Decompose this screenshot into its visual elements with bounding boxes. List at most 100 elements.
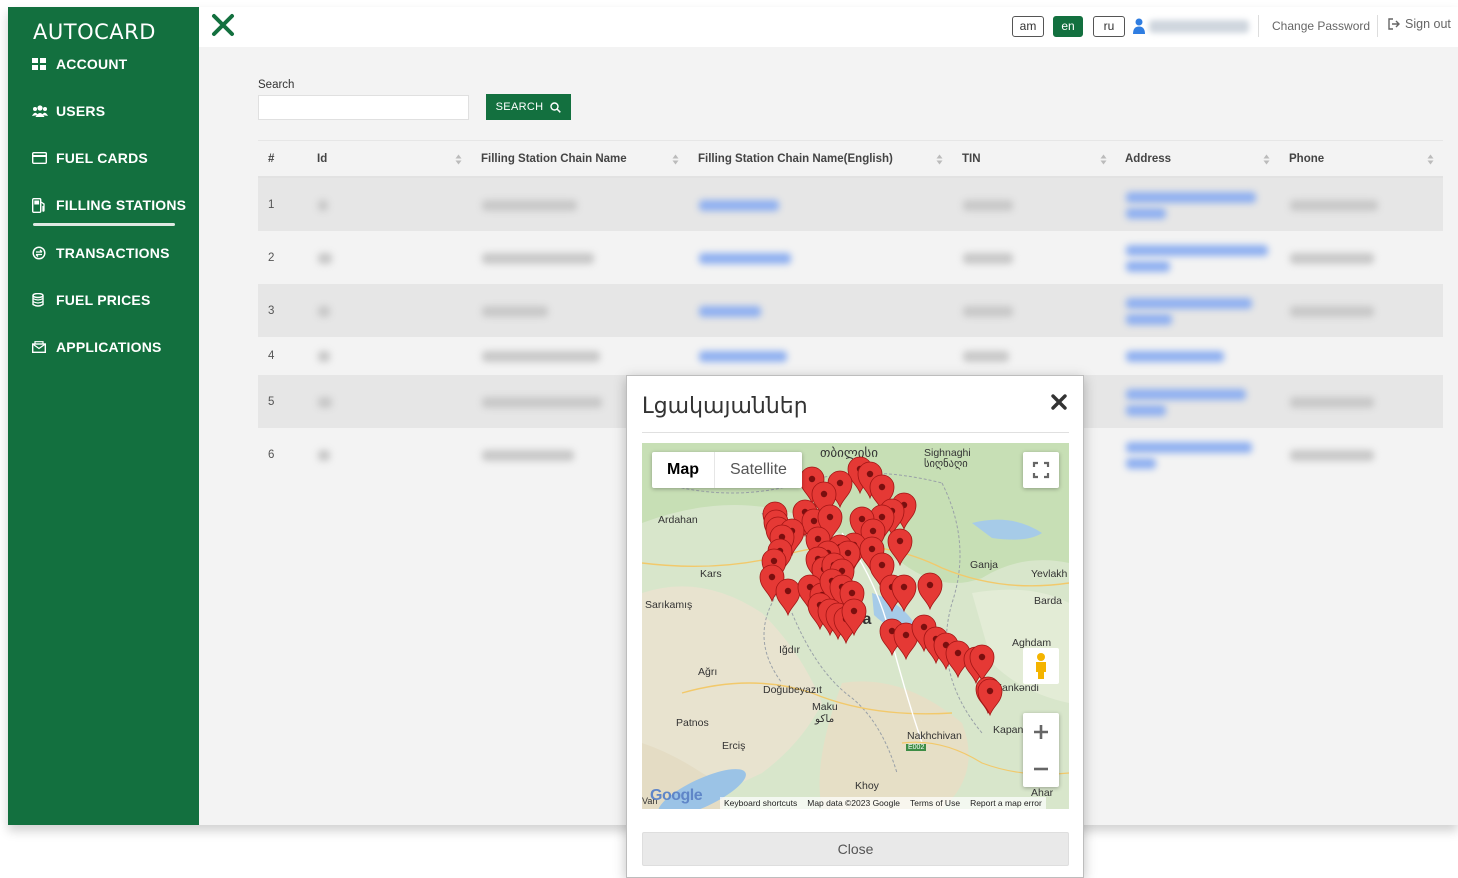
- redacted-chain-name: [482, 306, 548, 317]
- redacted-address[interactable]: [1126, 314, 1172, 325]
- station-marker[interactable]: [775, 578, 801, 617]
- fullscreen-button[interactable]: [1023, 452, 1059, 488]
- column-header-index: #: [268, 153, 275, 165]
- station-marker[interactable]: [917, 572, 943, 611]
- sidebar-item-filling-stations[interactable]: FILLING STATIONS: [31, 190, 187, 220]
- redacted-chain-name: [482, 253, 594, 264]
- table-row[interactable]: 1: [258, 178, 1443, 231]
- sidebar-item-users[interactable]: USERS: [32, 96, 105, 126]
- row-index: 3: [268, 305, 275, 317]
- sort-icon[interactable]: [936, 154, 943, 165]
- redacted-address[interactable]: [1126, 298, 1252, 309]
- user-name-redacted: [1149, 20, 1249, 33]
- filling-stations-map-modal: Լցակայաններ თბილისი Sighnaghi სიღნაღი Ar…: [626, 375, 1084, 878]
- column-header-tin[interactable]: TIN: [962, 153, 981, 165]
- redacted-id: [318, 306, 330, 317]
- sidebar-item-fuel-cards[interactable]: FUEL CARDS: [31, 143, 148, 173]
- fuel-pump-icon: [31, 197, 50, 214]
- grid-icon: [32, 57, 50, 71]
- redacted-chain-name-english[interactable]: [699, 306, 761, 317]
- change-password-link[interactable]: Change Password: [1272, 19, 1370, 33]
- station-marker[interactable]: [977, 678, 1003, 717]
- redacted-phone: [1290, 397, 1374, 408]
- redacted-chain-name-english[interactable]: [699, 253, 791, 264]
- map-type-map-button[interactable]: Map: [652, 452, 715, 488]
- map-view[interactable]: თბილისი Sighnaghi სიღნაღი Ardahan Kars G…: [642, 443, 1069, 809]
- search-button[interactable]: SEARCH: [486, 94, 571, 120]
- redacted-address[interactable]: [1126, 405, 1166, 416]
- report-map-error-link[interactable]: Report a map error: [970, 797, 1042, 809]
- keyboard-shortcuts-link[interactable]: Keyboard shortcuts: [724, 797, 797, 809]
- row-index: 2: [268, 252, 275, 264]
- user-icon: [1133, 18, 1145, 34]
- modal-close-icon[interactable]: [1051, 394, 1069, 412]
- database-icon: [32, 292, 50, 307]
- zoom-out-button[interactable]: [1023, 750, 1059, 787]
- sort-icon[interactable]: [455, 154, 462, 165]
- redacted-address[interactable]: [1126, 261, 1170, 272]
- sidebar-item-label: FILLING STATIONS: [56, 197, 187, 213]
- language-ru-button[interactable]: ru: [1093, 16, 1125, 37]
- redacted-id: [318, 351, 330, 362]
- plus-icon: [1034, 724, 1048, 739]
- station-marker[interactable]: [891, 574, 917, 613]
- close-button[interactable]: Close: [642, 832, 1069, 866]
- redacted-address[interactable]: [1126, 389, 1246, 400]
- redacted-phone: [1290, 253, 1374, 264]
- sidebar-item-transactions[interactable]: TRANSACTIONS: [32, 238, 170, 268]
- zoom-in-button[interactable]: [1023, 713, 1059, 750]
- menu-toggle-close-icon[interactable]: [211, 13, 235, 39]
- column-header-address[interactable]: Address: [1125, 153, 1171, 165]
- table-header: # Id Filling Station Chain Name Filling …: [258, 140, 1443, 178]
- zoom-control: [1023, 713, 1059, 787]
- column-header-phone[interactable]: Phone: [1289, 153, 1324, 165]
- search-button-label: SEARCH: [495, 101, 544, 113]
- language-en-button[interactable]: en: [1053, 16, 1083, 37]
- table-row[interactable]: 3: [258, 284, 1443, 337]
- pegman-icon: [1023, 648, 1059, 684]
- redacted-phone: [1290, 450, 1374, 461]
- row-index: 4: [268, 350, 275, 362]
- sort-icon[interactable]: [672, 154, 679, 165]
- sidebar-item-label: FUEL PRICES: [56, 292, 151, 308]
- street-view-pegman-button[interactable]: [1023, 648, 1059, 684]
- sort-icon[interactable]: [1263, 154, 1270, 165]
- minus-icon: [1034, 767, 1048, 770]
- station-markers: [759, 456, 1003, 717]
- sidebar-item-account[interactable]: ACCOUNT: [32, 49, 127, 79]
- map-attribution: Keyboard shortcuts Map data ©2023 Google…: [720, 797, 1046, 809]
- redacted-id: [318, 397, 332, 408]
- redacted-chain-name: [482, 397, 602, 408]
- sign-out-link[interactable]: Sign out: [1388, 17, 1451, 31]
- sidebar-item-fuel-prices[interactable]: FUEL PRICES: [32, 285, 151, 315]
- language-am-button[interactable]: am: [1012, 16, 1044, 37]
- table-row[interactable]: 2: [258, 231, 1443, 284]
- column-header-id[interactable]: Id: [317, 153, 327, 165]
- redacted-chain-name-english[interactable]: [699, 200, 779, 211]
- search-input[interactable]: [258, 95, 469, 120]
- sort-icon[interactable]: [1427, 154, 1434, 165]
- redacted-phone: [1290, 306, 1374, 317]
- sort-icon[interactable]: [1100, 154, 1107, 165]
- redacted-address[interactable]: [1126, 192, 1256, 203]
- redacted-chain-name: [482, 351, 600, 362]
- sidebar-item-applications[interactable]: APPLICATIONS: [31, 332, 162, 362]
- redacted-address[interactable]: [1126, 458, 1156, 469]
- google-logo: Google: [650, 787, 703, 805]
- redacted-chain-name-english[interactable]: [699, 351, 787, 362]
- redacted-address[interactable]: [1126, 351, 1224, 362]
- row-index: 1: [268, 199, 275, 211]
- redacted-tin: [963, 200, 1013, 211]
- redacted-address[interactable]: [1126, 208, 1166, 219]
- map-type-satellite-button[interactable]: Satellite: [715, 452, 802, 488]
- table-row[interactable]: 4: [258, 337, 1443, 375]
- column-header-chain-name[interactable]: Filling Station Chain Name: [481, 153, 627, 165]
- divider: [642, 432, 1069, 433]
- column-header-chain-name-english[interactable]: Filling Station Chain Name(English): [698, 153, 893, 165]
- redacted-address[interactable]: [1126, 245, 1268, 256]
- search-icon: [550, 101, 562, 113]
- active-nav-indicator: [33, 223, 175, 226]
- redacted-address[interactable]: [1126, 442, 1252, 453]
- terms-of-use-link[interactable]: Terms of Use: [910, 797, 960, 809]
- fullscreen-icon: [1032, 461, 1050, 479]
